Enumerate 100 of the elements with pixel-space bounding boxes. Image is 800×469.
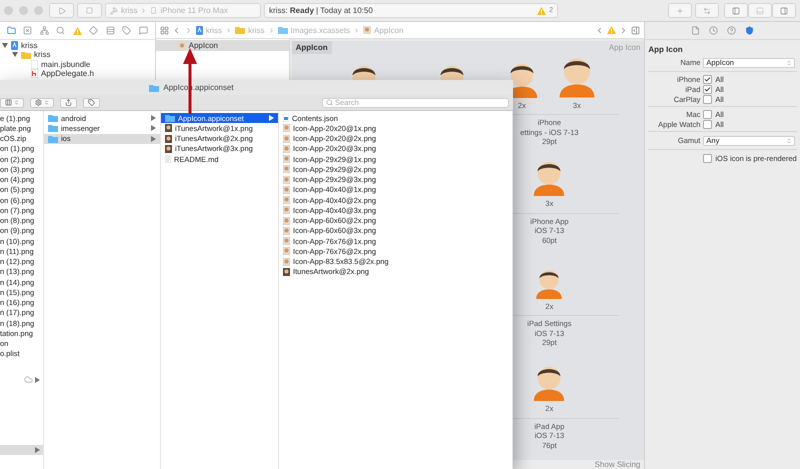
disclosure-triangle-icon[interactable] xyxy=(35,376,40,382)
image-thumbnail-icon xyxy=(283,165,290,174)
image-thumbnail-icon xyxy=(283,268,290,276)
image-thumbnail-icon xyxy=(283,186,290,194)
chevron-separator-icon xyxy=(353,26,360,34)
cloud-icon[interactable] xyxy=(24,375,33,384)
plus-icon xyxy=(676,6,684,14)
image-thumbnail-icon xyxy=(283,124,290,132)
share-icon xyxy=(65,99,72,106)
image-thumbnail-icon xyxy=(283,206,290,214)
app-icon-thumbnail xyxy=(363,26,372,34)
image-thumbnail-icon xyxy=(283,155,290,164)
add-button[interactable] xyxy=(668,3,692,18)
highlighted-row[interactable] xyxy=(0,445,43,455)
bottom-panel-icon xyxy=(756,6,764,14)
tag-icon xyxy=(88,99,95,106)
search-icon xyxy=(326,99,333,106)
header-file-icon xyxy=(31,69,38,78)
help-icon[interactable] xyxy=(727,26,736,35)
disclosure-triangle-icon[interactable] xyxy=(35,447,40,453)
document-icon xyxy=(165,155,171,164)
gear-icon xyxy=(35,99,42,106)
image-thumbnail-icon xyxy=(165,134,172,143)
image-thumbnail-icon xyxy=(165,124,172,132)
folder-icon xyxy=(278,26,288,34)
list-icon[interactable] xyxy=(106,26,115,35)
view-mode-button[interactable] xyxy=(0,98,24,108)
image-thumbnail-icon xyxy=(283,176,290,184)
search-icon[interactable] xyxy=(56,26,66,35)
checkbox[interactable] xyxy=(703,120,712,128)
image-thumbnail-icon xyxy=(283,258,290,266)
app-icon-thumbnail xyxy=(178,42,186,50)
json-file-icon xyxy=(283,114,289,122)
checkbox[interactable] xyxy=(703,74,712,84)
folder-icon xyxy=(149,84,160,92)
image-thumbnail-icon xyxy=(283,196,290,204)
panel-toggle[interactable] xyxy=(772,3,796,18)
right-panel-icon xyxy=(780,6,788,14)
file-icon xyxy=(31,60,38,68)
panel-toggle[interactable] xyxy=(748,3,772,18)
checkbox[interactable] xyxy=(703,84,712,94)
image-thumbnail-icon xyxy=(283,237,290,246)
build-status: kriss: Ready | Today at 10:50 xyxy=(269,6,373,15)
stop-icon xyxy=(86,7,93,14)
image-thumbnail-icon xyxy=(283,226,290,235)
columns-icon xyxy=(5,99,12,106)
image-thumbnail-icon xyxy=(283,144,290,153)
checkbox[interactable] xyxy=(703,94,712,104)
phone-icon xyxy=(150,7,158,14)
square-x-icon[interactable] xyxy=(23,26,32,35)
disclosure-triangle-icon[interactable] xyxy=(2,42,8,48)
checkbox[interactable] xyxy=(703,110,712,118)
share-button[interactable] xyxy=(60,98,77,108)
checkbox[interactable] xyxy=(703,154,712,162)
tag-icon[interactable] xyxy=(122,26,132,35)
warning-icon xyxy=(72,26,82,34)
folder-icon xyxy=(21,50,31,58)
image-thumbnail-icon xyxy=(283,216,290,225)
folder-icon xyxy=(235,26,246,34)
swap-arrows-icon xyxy=(703,6,711,14)
warning-icon xyxy=(607,26,616,34)
swap-button[interactable] xyxy=(695,3,719,18)
panel-icon[interactable] xyxy=(631,26,640,34)
tree-item[interactable]: kriss xyxy=(21,40,38,50)
panel-toggle[interactable] xyxy=(724,3,748,18)
chevron-separator-icon xyxy=(225,26,232,34)
hierarchy-icon[interactable] xyxy=(40,26,49,35)
caret-icon xyxy=(44,100,49,105)
asset-type-label: App Icon xyxy=(608,43,640,52)
shield-icon[interactable] xyxy=(745,26,754,35)
image-thumbnail-icon xyxy=(283,134,290,143)
left-panel-icon xyxy=(732,6,740,14)
folder-icon[interactable] xyxy=(6,26,16,35)
image-thumbnail-icon xyxy=(165,144,172,153)
hammer-icon xyxy=(110,6,118,14)
action-button[interactable] xyxy=(30,98,54,108)
clock-icon[interactable] xyxy=(709,26,718,35)
tag-button[interactable] xyxy=(83,98,100,108)
caret-icon xyxy=(14,100,19,105)
tree-item[interactable]: AppDelegate.h xyxy=(41,69,94,78)
file-icon[interactable] xyxy=(691,26,700,35)
disclosure-triangle-icon[interactable] xyxy=(12,52,18,57)
tree-item[interactable]: main.jsbundle xyxy=(41,60,90,68)
project-file-icon xyxy=(196,26,203,34)
stop-button[interactable] xyxy=(77,3,102,18)
disclosure-triangle-icon[interactable] xyxy=(269,115,274,122)
play-icon xyxy=(58,6,66,14)
diamond-icon[interactable] xyxy=(89,26,98,35)
warning-icon xyxy=(537,6,546,14)
image-thumbnail-icon xyxy=(283,247,290,256)
chevron-separator-icon xyxy=(140,7,148,14)
chevron-separator-icon xyxy=(268,26,275,34)
tree-item[interactable]: kriss xyxy=(34,50,50,59)
chat-icon[interactable] xyxy=(138,26,148,35)
run-button[interactable] xyxy=(49,3,74,18)
project-file-icon xyxy=(11,40,18,50)
section-title: App Icon xyxy=(647,44,684,56)
folder-icon xyxy=(165,114,175,122)
asset-list-item[interactable]: AppIcon xyxy=(156,40,289,51)
grid-icon[interactable] xyxy=(160,26,169,34)
